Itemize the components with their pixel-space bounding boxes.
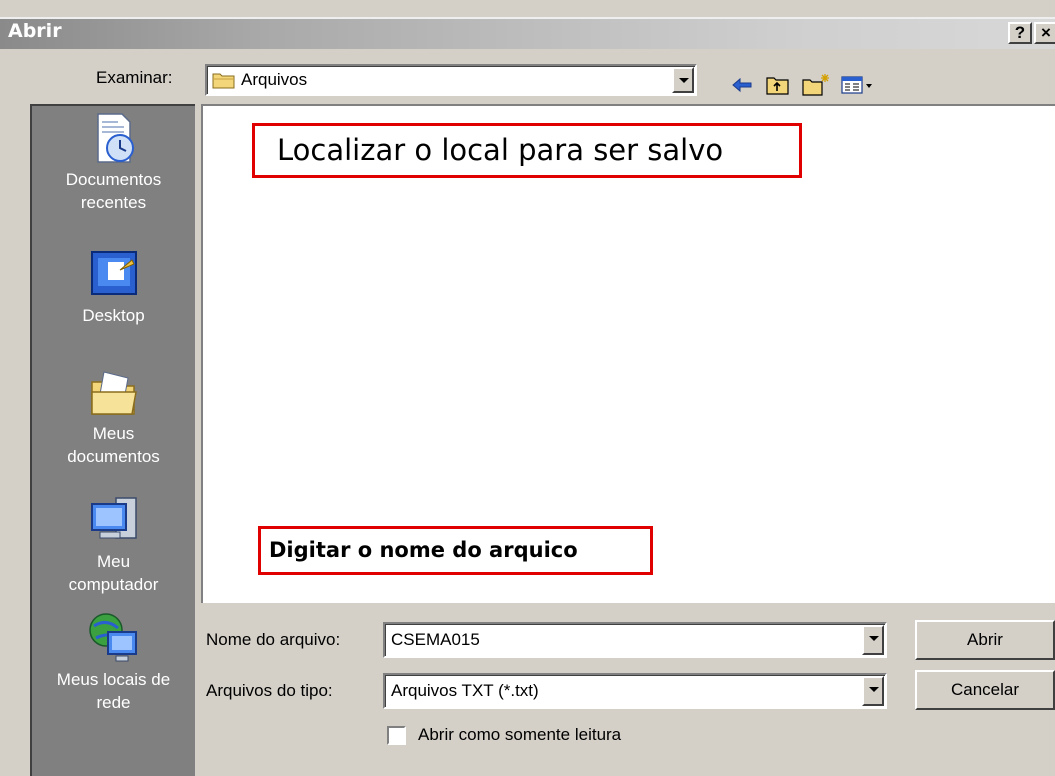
place-label: Meus	[92, 424, 135, 443]
desktop-icon	[86, 246, 142, 302]
chevron-down-icon[interactable]	[862, 625, 884, 655]
chevron-down-icon[interactable]	[862, 676, 884, 706]
filetype-label: Arquivos do tipo:	[206, 681, 333, 700]
place-label: Desktop	[82, 306, 145, 325]
look-in-dropdown[interactable]: Arquivos	[205, 64, 697, 96]
place-label: computador	[68, 575, 159, 594]
filetype-dropdown[interactable]: Arquivos TXT (*.txt)	[383, 673, 887, 709]
window-title: Abrir	[8, 20, 62, 42]
place-label: recentes	[80, 193, 147, 212]
close-button[interactable]: ×	[1034, 22, 1055, 44]
new-folder-icon[interactable]	[801, 72, 829, 98]
filename-value: CSEMA015	[391, 630, 480, 649]
recent-documents-icon	[86, 110, 142, 166]
my-computer-icon	[86, 492, 142, 548]
open-dialog: Abrir ? × Examinar: Arquivos Documentos …	[0, 0, 1055, 776]
network-places-icon	[86, 610, 142, 666]
look-in-label: Examinar:	[96, 68, 173, 87]
place-my-computer[interactable]: Meu computador	[32, 492, 195, 596]
readonly-checkbox[interactable]	[387, 726, 406, 745]
place-label: Documentos	[65, 170, 162, 189]
place-label: Meu	[96, 552, 131, 571]
chevron-down-icon[interactable]	[672, 67, 694, 93]
title-bar[interactable]	[0, 17, 1055, 49]
filename-input[interactable]: CSEMA015	[383, 622, 887, 658]
my-documents-icon	[86, 364, 142, 420]
readonly-label: Abrir como somente leitura	[418, 725, 622, 744]
place-label: Meus locais de	[56, 670, 171, 689]
folder-icon	[212, 71, 236, 94]
annotation-type-name: Digitar o nome do arquico	[258, 526, 653, 575]
place-label: rede	[96, 693, 131, 712]
place-label: documentos	[67, 447, 160, 466]
filename-label: Nome do arquivo:	[206, 630, 341, 649]
annotation-locate: Localizar o local para ser salvo	[252, 123, 802, 178]
view-menu-icon[interactable]	[840, 72, 880, 98]
open-button[interactable]: Abrir	[915, 620, 1055, 660]
back-arrow-icon[interactable]	[729, 72, 755, 98]
look-in-value: Arquivos	[241, 70, 308, 89]
place-recent-documents[interactable]: Documentos recentes	[32, 110, 195, 214]
up-folder-icon[interactable]	[765, 72, 791, 98]
help-button[interactable]: ?	[1008, 22, 1032, 44]
filetype-value: Arquivos TXT (*.txt)	[391, 681, 539, 700]
place-desktop[interactable]: Desktop	[32, 246, 195, 327]
title-bar-highlight	[0, 17, 1055, 19]
cancel-button[interactable]: Cancelar	[915, 670, 1055, 710]
place-network[interactable]: Meus locais de rede	[32, 610, 195, 714]
place-my-documents[interactable]: Meus documentos	[32, 364, 195, 468]
places-bar: Documentos recentes Desktop Meus documen…	[30, 104, 195, 776]
